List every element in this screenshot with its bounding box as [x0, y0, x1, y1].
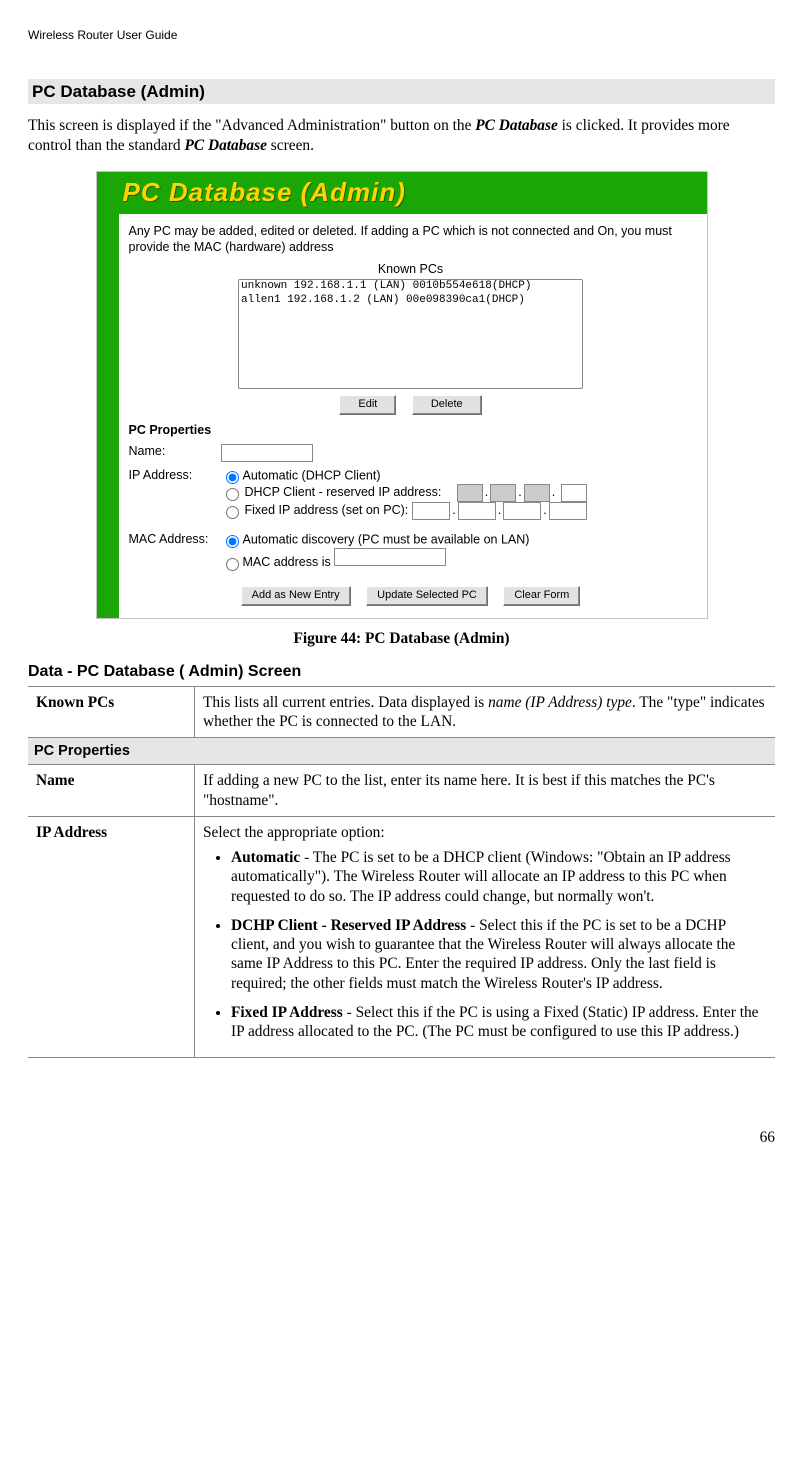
row-value: This lists all current entries. Data dis…: [195, 686, 776, 738]
row-label: Name: [28, 765, 195, 817]
update-pc-button[interactable]: Update Selected PC: [366, 586, 488, 606]
bullet-head: Automatic: [231, 849, 300, 866]
known-pcs-listbox[interactable]: unknown 192.168.1.1 (LAN) 0010b554e618(D…: [238, 279, 583, 389]
fip-oct2[interactable]: [458, 502, 496, 520]
page-number: 66: [28, 1128, 775, 1147]
intro-em1: PC Database: [475, 117, 558, 134]
fip-oct4[interactable]: [549, 502, 587, 520]
ip-lead: Select the appropriate option:: [203, 824, 385, 841]
list-item[interactable]: allen1 192.168.1.2 (LAN) 00e098390ca1(DH…: [239, 294, 582, 308]
known-pcs-desc-em: name (IP Address) type: [488, 694, 632, 711]
name-label: Name:: [129, 443, 221, 468]
ip-fixed-radio[interactable]: [226, 506, 239, 519]
ip-auto-label: Automatic (DHCP Client): [243, 468, 381, 482]
ip-oct2[interactable]: [490, 484, 516, 502]
group-header-label: PC Properties: [28, 738, 775, 765]
row-value: Select the appropriate option: Automatic…: [195, 816, 776, 1058]
bullet-head: Fixed IP Address: [231, 1004, 343, 1021]
ip-oct4[interactable]: [561, 484, 587, 502]
section-heading: PC Database (Admin): [28, 79, 775, 104]
intro-text3: screen.: [267, 137, 314, 154]
figure-caption: Figure 44: PC Database (Admin): [28, 629, 775, 648]
ip-dhcp-radio[interactable]: [226, 488, 239, 501]
screenshot-title: PC Database (Admin): [119, 172, 707, 215]
intro-paragraph: This screen is displayed if the "Advance…: [28, 116, 775, 155]
add-entry-button[interactable]: Add as New Entry: [241, 586, 351, 606]
pc-properties-heading: PC Properties: [129, 423, 693, 439]
row-label: Known PCs: [28, 686, 195, 738]
known-pcs-label: Known PCs: [129, 262, 693, 278]
data-table: Known PCs This lists all current entries…: [28, 686, 775, 1059]
bullet-head: DCHP Client - Reserved IP Address: [231, 917, 466, 934]
ip-auto-radio[interactable]: [226, 471, 239, 484]
running-header: Wireless Router User Guide: [28, 28, 775, 43]
clear-form-button[interactable]: Clear Form: [503, 586, 580, 606]
edit-button[interactable]: Edit: [339, 395, 396, 415]
mac-is-radio[interactable]: [226, 558, 239, 571]
ip-label: IP Address:: [129, 467, 221, 521]
fip-oct3[interactable]: [503, 502, 541, 520]
title-accent: [97, 172, 119, 215]
mac-is-label: MAC address is: [243, 555, 331, 569]
row-label: IP Address: [28, 816, 195, 1058]
intro-text: This screen is displayed if the "Advance…: [28, 117, 475, 134]
ip-fixed-label: Fixed IP address (set on PC):: [245, 503, 409, 519]
list-item: Fixed IP Address - Select this if the PC…: [231, 1003, 767, 1042]
delete-button[interactable]: Delete: [412, 395, 482, 415]
ip-oct1[interactable]: [457, 484, 483, 502]
row-value: If adding a new PC to the list, enter it…: [195, 765, 776, 817]
titlebar: PC Database (Admin): [97, 172, 707, 215]
side-accent: [97, 214, 119, 617]
name-input[interactable]: [221, 444, 313, 462]
table-row: Name If adding a new PC to the list, ent…: [28, 765, 775, 817]
intro-em2: PC Database: [184, 137, 267, 154]
mac-auto-label: Automatic discovery (PC must be availabl…: [243, 532, 530, 546]
subsection-heading: Data - PC Database ( Admin) Screen: [28, 662, 775, 682]
screenshot-figure: PC Database (Admin) Any PC may be added,…: [96, 171, 708, 619]
note-text: Any PC may be added, edited or deleted. …: [129, 224, 693, 255]
mac-input[interactable]: [334, 548, 446, 566]
bullet-rest: - The PC is set to be a DHCP client (Win…: [231, 849, 731, 905]
list-item: Automatic - The PC is set to be a DHCP c…: [231, 848, 767, 906]
fip-oct1[interactable]: [412, 502, 450, 520]
ip-oct3[interactable]: [524, 484, 550, 502]
mac-auto-radio[interactable]: [226, 535, 239, 548]
mac-label: MAC Address:: [129, 531, 221, 572]
list-item[interactable]: unknown 192.168.1.1 (LAN) 0010b554e618(D…: [239, 280, 582, 294]
table-row: Known PCs This lists all current entries…: [28, 686, 775, 738]
list-item: DCHP Client - Reserved IP Address - Sele…: [231, 916, 767, 993]
table-group-header: PC Properties: [28, 738, 775, 765]
known-pcs-desc-a: This lists all current entries. Data dis…: [203, 694, 488, 711]
ip-dhcp-label: DHCP Client - reserved IP address:: [245, 485, 442, 501]
table-row: IP Address Select the appropriate option…: [28, 816, 775, 1058]
